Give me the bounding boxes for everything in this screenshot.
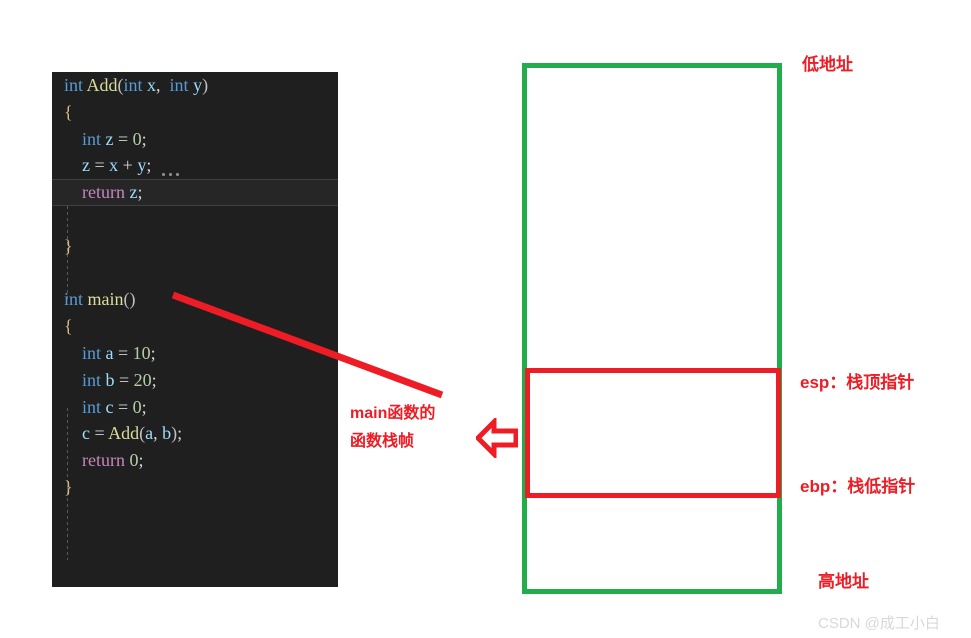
- code-line[interactable]: int c = 0;: [52, 394, 338, 421]
- code-line[interactable]: int Add(int x, int y): [52, 72, 338, 99]
- code-line[interactable]: int main(): [52, 286, 338, 313]
- code-line[interactable]: {: [52, 99, 338, 126]
- code-line[interactable]: int b = 20;: [52, 367, 338, 394]
- label-main-stack-frame-line2: 函数栈帧: [350, 433, 415, 450]
- code-line[interactable]: c = Add(a, b);: [52, 420, 338, 447]
- code-line[interactable]: {: [52, 313, 338, 340]
- code-editor-panel[interactable]: int Add(int x, int y) { int z = 0; z = x…: [52, 72, 338, 587]
- code-line[interactable]: [52, 206, 338, 233]
- watermark: CSDN @成工小白: [818, 615, 940, 632]
- label-low-address: 低地址: [802, 55, 853, 74]
- left-arrow-icon: [476, 418, 518, 458]
- code-line[interactable]: [52, 260, 338, 287]
- intellisense-hint-dots-icon[interactable]: [160, 173, 182, 176]
- code-line[interactable]: return 0;: [52, 447, 338, 474]
- label-esp-stack-top-pointer: esp：栈顶指针: [800, 373, 915, 392]
- label-ebp-stack-base-pointer: ebp：栈低指针: [800, 477, 916, 496]
- code-line[interactable]: }: [52, 233, 338, 260]
- label-main-stack-frame-line1: main函数的: [350, 405, 436, 422]
- main-function-stack-frame: [525, 368, 781, 498]
- code-line-list: int Add(int x, int y) { int z = 0; z = x…: [52, 72, 338, 501]
- code-line-current[interactable]: return z;: [52, 179, 338, 206]
- code-line[interactable]: int z = 0;: [52, 126, 338, 153]
- code-line[interactable]: int a = 10;: [52, 340, 338, 367]
- code-line[interactable]: }: [52, 474, 338, 501]
- code-line[interactable]: z = x + y;: [52, 152, 338, 179]
- label-high-address: 高地址: [818, 572, 869, 591]
- memory-stack-region: [522, 63, 782, 594]
- label-main-stack-frame: main函数的 函数栈帧: [350, 400, 435, 456]
